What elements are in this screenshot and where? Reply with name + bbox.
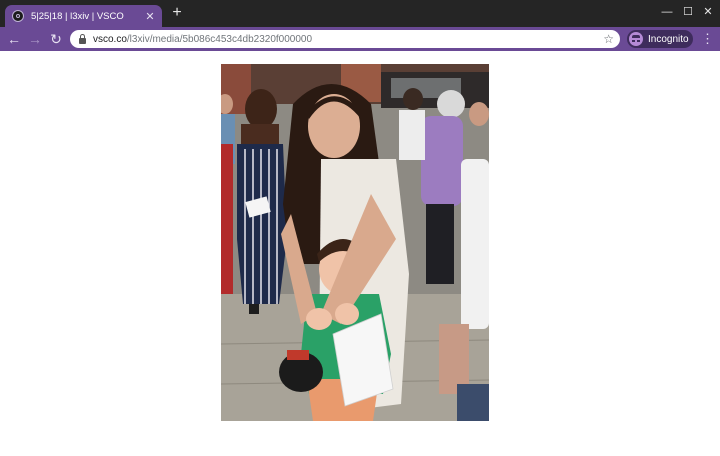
- address-bar[interactable]: vsco.co/l3xiv/media/5b086c453c4db2320f00…: [70, 30, 620, 48]
- browser-menu-icon[interactable]: ⋮: [701, 31, 714, 47]
- tab-close-icon[interactable]: ✕: [144, 10, 156, 23]
- tab-title: 5|25|18 | l3xiv | VSCO: [31, 10, 124, 22]
- photo-image: [221, 64, 489, 421]
- vsco-favicon-icon: [12, 10, 24, 22]
- reload-icon[interactable]: ↻: [48, 31, 64, 47]
- bookmark-star-icon[interactable]: ☆: [603, 32, 614, 46]
- window-close-icon[interactable]: ✕: [701, 5, 715, 19]
- browser-toolbar: ← → ↻ vsco.co/l3xiv/media/5b086c453c4db2…: [0, 27, 720, 51]
- forward-arrow-icon[interactable]: →: [27, 31, 43, 47]
- maximize-icon[interactable]: ☐: [681, 5, 695, 19]
- main-photo[interactable]: [221, 64, 489, 421]
- new-tab-button[interactable]: +: [170, 4, 184, 22]
- url-text[interactable]: vsco.co/l3xiv/media/5b086c453c4db2320f00…: [93, 34, 603, 45]
- browser-tab-active[interactable]: 5|25|18 | l3xiv | VSCO ✕: [5, 5, 162, 27]
- page-viewport: [0, 51, 720, 456]
- url-host: vsco.co: [93, 33, 127, 45]
- url-path: /l3xiv/media/5b086c453c4db2320f000000: [126, 33, 313, 45]
- incognito-icon: [629, 32, 643, 46]
- incognito-label: Incognito: [648, 33, 689, 45]
- back-arrow-icon[interactable]: ←: [6, 31, 22, 47]
- minimize-icon[interactable]: —: [660, 5, 674, 19]
- lock-icon: [78, 34, 87, 44]
- incognito-indicator[interactable]: Incognito: [627, 30, 693, 48]
- tab-strip: 5|25|18 | l3xiv | VSCO ✕ + — ☐ ✕: [0, 0, 720, 27]
